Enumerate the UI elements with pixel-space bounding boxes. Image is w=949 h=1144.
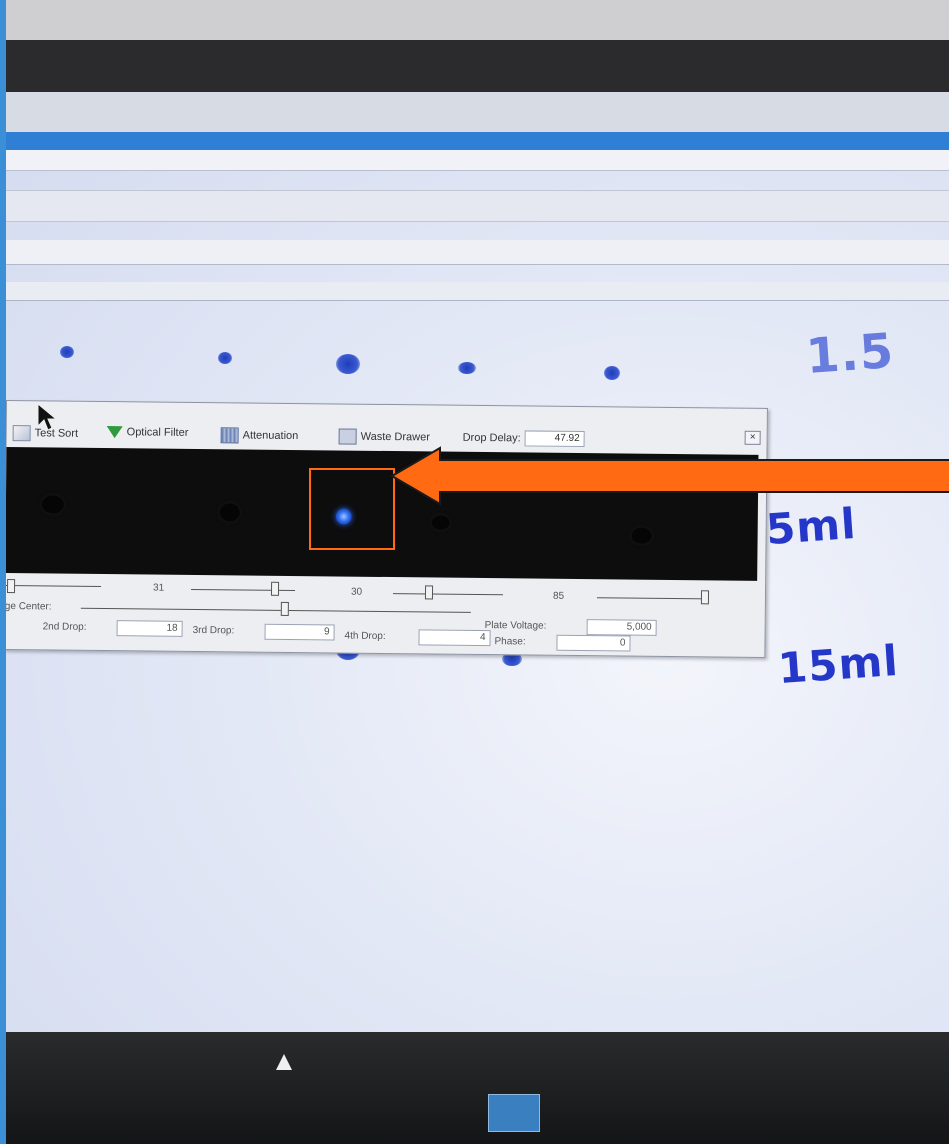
slider-value-1: 31 — [152, 582, 165, 594]
energy-star-logo — [488, 1094, 540, 1132]
image-center-track — [80, 607, 471, 613]
monitor-bezel-band — [6, 40, 949, 92]
eject-icon — [276, 1054, 292, 1070]
phase-input[interactable]: 0 — [556, 634, 631, 652]
drop-delay-label: Drop Delay: — [462, 431, 521, 445]
ink-blot — [458, 362, 476, 374]
slider-thumb[interactable] — [6, 579, 16, 594]
image-center-label: ge Center: — [6, 600, 52, 613]
second-drop-label: 2nd Drop: — [42, 621, 87, 633]
fourth-drop-input[interactable]: 4 — [418, 629, 491, 647]
screen-top-band — [6, 92, 949, 132]
optical-filter-label: Optical Filter — [126, 426, 189, 439]
droplet — [431, 515, 450, 530]
ink-blot — [218, 352, 232, 364]
plate-voltage-input[interactable]: 5,000 — [586, 619, 657, 636]
attenuation-icon — [220, 427, 239, 444]
waste-drawer-button[interactable]: Waste Drawer — [338, 428, 430, 445]
slider-value-2: 30 — [350, 586, 363, 598]
ink-blot — [604, 366, 620, 380]
mouse-cursor-icon — [37, 402, 58, 431]
waste-drawer-icon — [338, 428, 357, 445]
slider-thumb[interactable] — [700, 590, 710, 605]
handwritten-label-row1: 1.5 — [804, 322, 896, 386]
highlight-box — [309, 468, 395, 550]
fourth-drop-label: 4th Drop: — [344, 630, 386, 642]
ink-blot — [336, 354, 360, 374]
waste-drawer-label: Waste Drawer — [360, 430, 430, 444]
phase-label: Phase: — [494, 636, 526, 648]
droplet — [631, 527, 652, 544]
toolbar-strip — [6, 190, 949, 222]
slider-value-3: 85 — [552, 590, 565, 602]
handwritten-label-row2: 5ml — [764, 498, 858, 555]
slider-track — [596, 597, 709, 600]
close-icon[interactable]: × — [744, 430, 761, 445]
optical-filter-button[interactable]: Optical Filter — [106, 426, 189, 439]
plate-voltage-label: Plate Voltage: — [484, 620, 547, 632]
photo-frame: 1.5 5ml 15ml Test Sort Optical Filter At… — [6, 0, 949, 1144]
droplet — [219, 503, 240, 522]
pencil-icon — [12, 425, 31, 442]
slider-panel: 31 30 85 ge Center: Plate Voltage: 5,000… — [6, 573, 757, 657]
ink-blot — [60, 346, 74, 358]
slider-thumb[interactable] — [270, 581, 280, 596]
attenuation-button[interactable]: Attenuation — [220, 427, 299, 444]
filter-icon — [106, 426, 123, 439]
drop-delay-field: Drop Delay: 47.92 — [462, 430, 585, 448]
header-strip — [6, 282, 949, 301]
title-bar — [6, 132, 949, 150]
slider-track — [392, 593, 503, 596]
droplet — [41, 495, 65, 514]
toolbar-strip-2 — [6, 240, 949, 265]
slider-track — [191, 588, 296, 592]
image-center-thumb[interactable] — [280, 601, 289, 616]
menu-bar — [6, 150, 949, 171]
monitor-bottom-bezel — [6, 1032, 949, 1144]
attenuation-label: Attenuation — [242, 429, 299, 443]
third-drop-input[interactable]: 9 — [264, 623, 335, 641]
monitor-top-bezel — [6, 0, 949, 40]
annotation-arrow-icon — [390, 446, 949, 506]
drop-delay-input[interactable]: 47.92 — [524, 430, 585, 448]
second-drop-input[interactable]: 18 — [116, 620, 183, 637]
slider-track — [6, 585, 102, 588]
third-drop-label: 3rd Drop: — [192, 624, 235, 637]
handwritten-label-row3: 15ml — [776, 635, 901, 694]
slider-thumb[interactable] — [424, 585, 434, 600]
